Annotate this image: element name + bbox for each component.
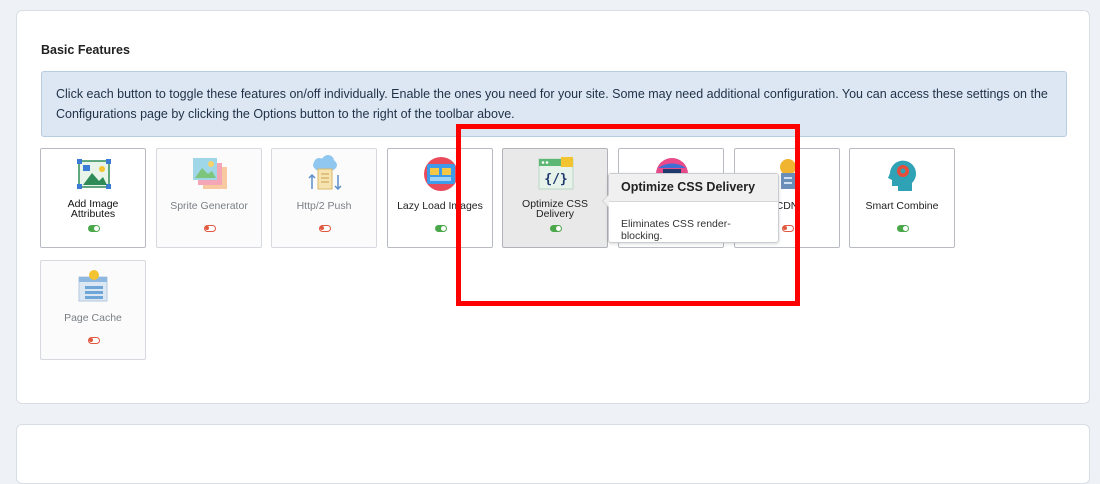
feature-toggle[interactable] (204, 225, 216, 232)
feature-label: Smart Combine (865, 200, 939, 212)
feature-label: Http/2 Push (296, 200, 352, 212)
feature-toggle[interactable] (319, 225, 331, 232)
feature-label: Add Image Attributes (67, 198, 119, 220)
page-cache-icon (78, 270, 108, 302)
section-title: Basic Features (41, 43, 130, 57)
feature-label: Sprite Generator (170, 200, 248, 212)
image-attributes-icon (77, 159, 111, 189)
cloud-push-icon (308, 155, 342, 191)
feature-toggle[interactable] (88, 225, 100, 232)
feature-toggle[interactable] (88, 337, 100, 344)
feature-button-add-image-attributes[interactable]: Add Image Attributes (40, 148, 146, 248)
feature-button-page-cache[interactable]: Page Cache (40, 260, 146, 360)
next-panel (16, 424, 1090, 484)
feature-label: Page Cache (64, 312, 122, 324)
feature-toggle[interactable] (435, 225, 447, 232)
sprite-generator-icon (193, 158, 227, 189)
head-gear-icon (888, 160, 916, 191)
lazy-load-icon (424, 157, 458, 191)
feature-button-sprite-generator[interactable]: Sprite Generator (156, 148, 262, 248)
feature-toggle[interactable] (897, 225, 909, 232)
feature-button-http2-push[interactable]: Http/2 Push (271, 148, 377, 248)
highlight-box (456, 124, 800, 306)
feature-button-smart-combine[interactable]: Smart Combine (849, 148, 955, 248)
